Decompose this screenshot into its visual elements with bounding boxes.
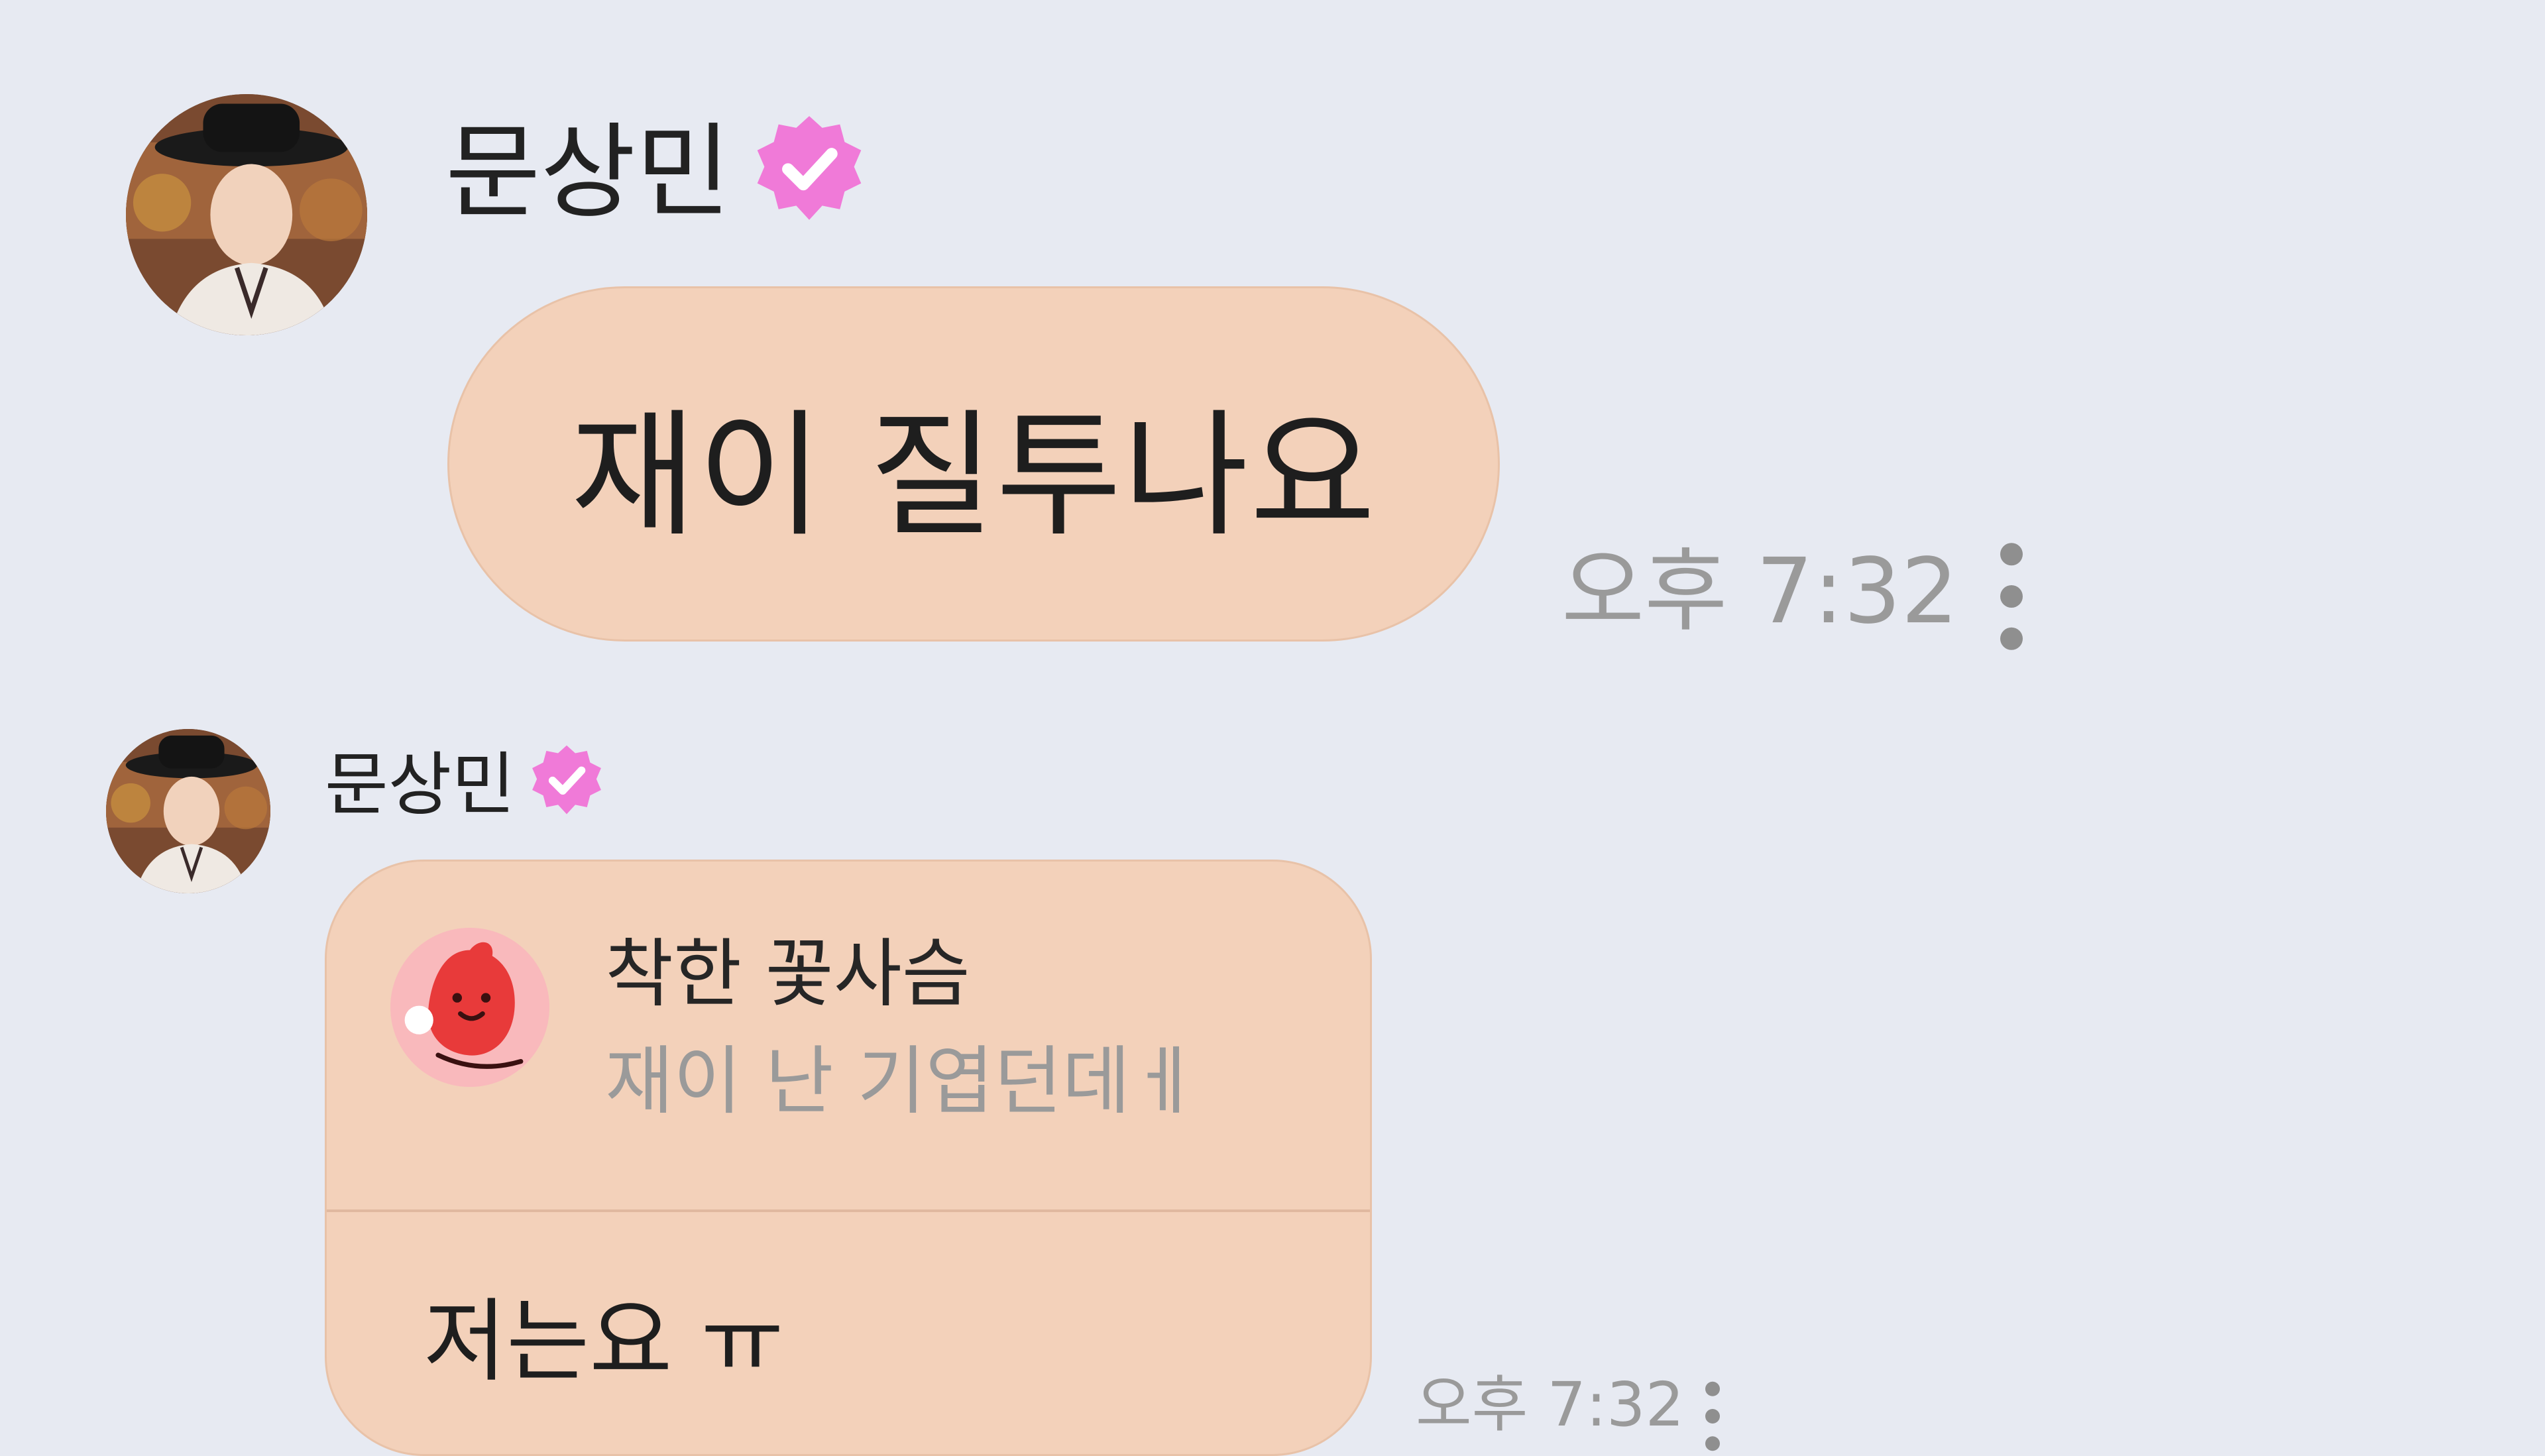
avatar-image bbox=[106, 729, 270, 893]
reply-message-bubble[interactable]: 착한 꽃사슴 재이 난 기엽던데ㅔ 저는요 ㅠ bbox=[325, 860, 1372, 1456]
sender-name: 문상민 bbox=[325, 744, 516, 825]
quoted-message-text: 재이 난 기엽던데ㅔ bbox=[605, 1038, 1199, 1125]
reply-divider bbox=[327, 1209, 1370, 1212]
more-vertical-icon[interactable] bbox=[1697, 1380, 1728, 1453]
avatar-image bbox=[126, 94, 367, 335]
message-text: 재이 질투나요 bbox=[570, 396, 1377, 555]
sender-avatar[interactable] bbox=[126, 94, 367, 335]
fan-avatar-icon bbox=[390, 928, 549, 1087]
verified-badge-icon bbox=[750, 111, 868, 229]
sender-avatar[interactable] bbox=[106, 729, 270, 893]
message-timestamp: 오후 7:32 bbox=[1561, 539, 1958, 644]
quoted-sender-name: 착한 꽃사슴 bbox=[605, 931, 970, 1017]
sender-name: 문상민 bbox=[445, 112, 731, 233]
message-timestamp: 오후 7:32 bbox=[1416, 1369, 1685, 1440]
message-text: 저는요 ㅠ bbox=[424, 1290, 784, 1394]
verified-badge-icon bbox=[528, 742, 606, 820]
more-vertical-icon[interactable] bbox=[1988, 540, 2035, 653]
message-bubble[interactable]: 재이 질투나요 bbox=[447, 286, 1500, 642]
